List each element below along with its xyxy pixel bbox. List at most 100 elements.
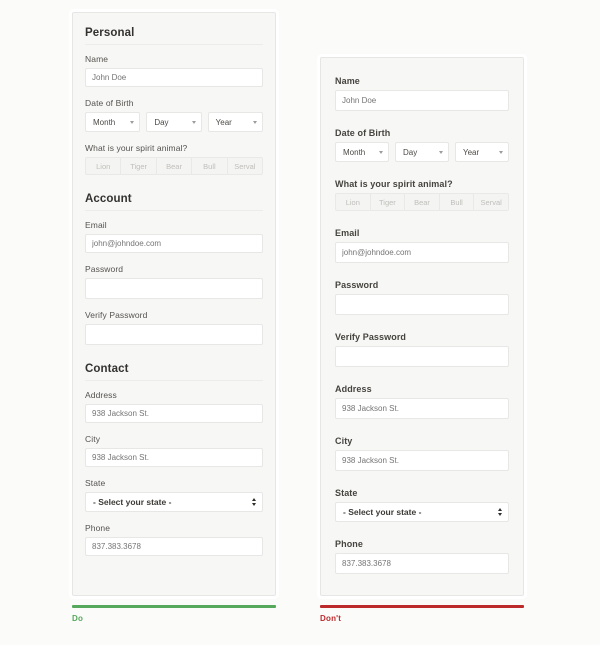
field-password: Password	[85, 264, 263, 299]
year-select-value: Year	[215, 117, 232, 127]
section-heading-account: Account	[85, 193, 263, 211]
field-state: State - Select your state -	[85, 478, 263, 512]
section-heading-personal: Personal	[85, 27, 263, 45]
label-password: Password	[85, 264, 124, 274]
field-city: City	[85, 434, 263, 467]
field-verify-password: Verify Password	[85, 310, 263, 345]
day-select[interactable]: Day	[395, 142, 449, 162]
label-spirit-animal: What is your spirit animal?	[85, 143, 188, 153]
field-spirit-animal: What is your spirit animal? Lion Tiger B…	[85, 143, 264, 175]
year-select-value: Year	[463, 147, 480, 157]
address-input[interactable]	[335, 398, 509, 419]
spirit-animal-option-bull[interactable]: Bull	[191, 157, 227, 175]
state-select-value: - Select your state -	[93, 497, 172, 507]
label-state: State	[85, 478, 106, 488]
field-verify-password: Verify Password	[335, 332, 509, 367]
label-address: Address	[85, 390, 117, 400]
name-input[interactable]	[335, 90, 509, 111]
spirit-animal-option-serval[interactable]: Serval	[226, 157, 264, 175]
comparison-stage: Personal Name Date of Birth Month Day	[0, 0, 600, 645]
state-select-value: - Select your state -	[343, 507, 422, 517]
chevron-down-icon	[439, 150, 443, 154]
do-form-body: Personal Name Date of Birth Month Day	[73, 13, 275, 579]
chevron-down-icon	[379, 150, 383, 154]
field-city: City	[335, 436, 509, 471]
field-email: Email	[335, 228, 509, 263]
field-name: Name	[335, 76, 509, 111]
stepper-arrows-icon	[498, 508, 502, 516]
spirit-animal-option-tiger[interactable]: Tiger	[120, 157, 156, 175]
field-address: Address	[335, 384, 509, 419]
section-heading-contact: Contact	[85, 363, 263, 381]
field-phone: Phone	[335, 539, 509, 574]
field-name: Name	[85, 54, 263, 87]
dont-form-panel: Name Date of Birth Month Day Year	[320, 57, 524, 596]
spirit-animal-option-lion[interactable]: Lion	[335, 193, 370, 211]
do-indicator-bar	[72, 605, 276, 608]
email-input[interactable]	[85, 234, 263, 253]
spirit-animal-group: Lion Tiger Bear Bull Serval	[335, 193, 509, 211]
verify-password-input[interactable]	[85, 324, 263, 345]
do-form-panel: Personal Name Date of Birth Month Day	[72, 12, 276, 596]
spirit-animal-option-tiger[interactable]: Tiger	[369, 193, 405, 211]
label-city: City	[335, 436, 353, 446]
label-address: Address	[335, 384, 372, 394]
label-verify-password: Verify Password	[335, 332, 407, 342]
phone-input[interactable]	[85, 537, 263, 556]
label-phone: Phone	[85, 523, 111, 533]
year-select[interactable]: Year	[207, 112, 263, 132]
date-of-birth-row: Month Day Year	[85, 112, 263, 132]
verify-password-input[interactable]	[335, 346, 509, 367]
label-state: State	[335, 488, 358, 498]
spirit-animal-option-bull[interactable]: Bull	[438, 193, 474, 211]
field-date-of-birth: Date of Birth Month Day Year	[335, 128, 509, 162]
spirit-animal-option-bear[interactable]: Bear	[404, 193, 439, 211]
year-select[interactable]: Year	[455, 142, 509, 162]
day-select-value: Day	[403, 147, 418, 157]
address-input[interactable]	[85, 404, 263, 423]
label-verify-password: Verify Password	[85, 310, 148, 320]
do-caption: Do	[72, 614, 84, 623]
spirit-animal-option-serval[interactable]: Serval	[473, 193, 509, 211]
label-date-of-birth: Date of Birth	[85, 98, 134, 108]
label-spirit-animal: What is your spirit animal?	[335, 179, 453, 189]
month-select[interactable]: Month	[335, 142, 389, 162]
month-select-value: Month	[343, 147, 366, 157]
label-password: Password	[335, 280, 379, 290]
field-phone: Phone	[85, 523, 263, 556]
label-name: Name	[85, 54, 109, 64]
month-select[interactable]: Month	[85, 112, 141, 132]
spirit-animal-option-bear[interactable]: Bear	[155, 157, 192, 175]
chevron-down-icon	[252, 120, 257, 124]
field-date-of-birth: Date of Birth Month Day Year	[85, 98, 263, 132]
field-spirit-animal: What is your spirit animal? Lion Tiger B…	[335, 179, 509, 211]
city-input[interactable]	[335, 450, 509, 471]
email-input[interactable]	[335, 242, 509, 263]
phone-input[interactable]	[335, 553, 509, 574]
day-select[interactable]: Day	[146, 112, 202, 132]
label-phone: Phone	[335, 539, 364, 549]
stepper-arrows-icon	[252, 498, 256, 506]
field-password: Password	[335, 280, 509, 315]
dont-indicator-bar	[320, 605, 524, 608]
dont-caption: Don't	[320, 614, 342, 623]
chevron-down-icon	[499, 150, 503, 154]
label-name: Name	[335, 76, 360, 86]
spirit-animal-option-lion[interactable]: Lion	[85, 157, 121, 175]
label-email: Email	[335, 228, 360, 238]
dont-form-body: Name Date of Birth Month Day Year	[321, 58, 523, 599]
field-state: State - Select your state -	[335, 488, 509, 522]
spirit-animal-group: Lion Tiger Bear Bull Serval	[85, 157, 264, 175]
chevron-down-icon	[130, 120, 135, 124]
label-city: City	[85, 434, 101, 444]
state-select[interactable]: - Select your state -	[85, 492, 263, 512]
name-input[interactable]	[85, 68, 263, 87]
field-address: Address	[85, 390, 263, 423]
state-select[interactable]: - Select your state -	[335, 502, 509, 522]
city-input[interactable]	[85, 448, 263, 467]
password-input[interactable]	[85, 278, 263, 299]
field-email: Email	[85, 220, 263, 253]
label-date-of-birth: Date of Birth	[335, 128, 391, 138]
label-email: Email	[85, 220, 107, 230]
password-input[interactable]	[335, 294, 509, 315]
